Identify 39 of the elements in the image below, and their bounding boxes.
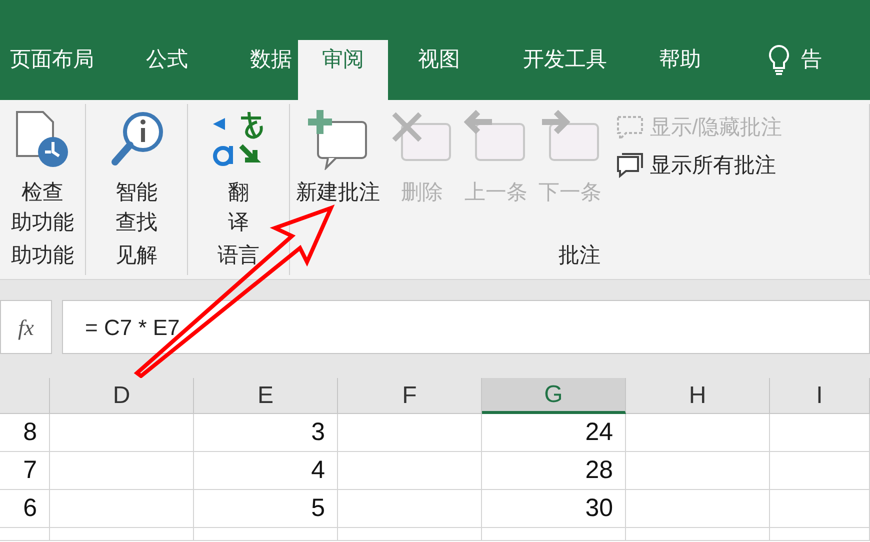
dashed-comment-icon xyxy=(616,114,644,141)
table-cell: 8 xyxy=(0,414,50,452)
table-cell: 7 xyxy=(0,452,50,490)
table-cell: 6 xyxy=(0,490,50,528)
ribbon-button[interactable]: 智能 查找 xyxy=(108,110,164,240)
table-cell xyxy=(0,528,50,541)
column-header[interactable]: G xyxy=(482,378,626,414)
ribbon-tab[interactable]: 页面布局 xyxy=(10,40,94,80)
ribbon-small-button[interactable]: 显示所有批注 xyxy=(616,150,782,181)
table-cell: 3 xyxy=(194,414,338,452)
ribbon-tab[interactable]: 帮助 xyxy=(659,40,701,80)
tell-me-label[interactable]: 告 xyxy=(801,40,822,80)
ribbon-button[interactable]: 新建批注 xyxy=(296,110,380,240)
ribbon-tab[interactable]: 视图 xyxy=(418,40,460,80)
ribbon-button[interactable]: 检查 助功能 xyxy=(11,110,74,240)
ribbon-tab[interactable]: 公式 xyxy=(146,40,188,80)
group-label: 见解 xyxy=(116,242,158,268)
ribbon-button[interactable]: 翻 译 xyxy=(210,110,266,240)
lightbulb-icon[interactable] xyxy=(767,44,791,76)
group-label: 语言 xyxy=(218,242,260,268)
table-cell: 24 xyxy=(482,414,626,452)
table-cell: 4 xyxy=(194,452,338,490)
function-button[interactable]: fx xyxy=(0,300,52,354)
new-comment-icon xyxy=(306,110,370,170)
ribbon-tab[interactable]: 数据 xyxy=(250,40,292,80)
group-label: 助功能 xyxy=(11,242,74,268)
comments-icon xyxy=(616,152,644,178)
column-header[interactable]: E xyxy=(194,378,338,414)
formula-field[interactable]: = C7 * E7 xyxy=(62,300,870,354)
ribbon-tab[interactable]: 开发工具 xyxy=(523,40,607,80)
column-header[interactable]: H xyxy=(626,378,770,414)
column-header[interactable]: D xyxy=(50,378,194,414)
table-cell: 28 xyxy=(482,452,626,490)
table-cell: 30 xyxy=(482,490,626,528)
column-header[interactable]: I xyxy=(770,378,870,414)
accessibility-checker-icon xyxy=(14,110,70,170)
table-cell: 5 xyxy=(194,490,338,528)
ribbon-tab[interactable]: 审阅 xyxy=(298,40,388,100)
group-label: 批注 xyxy=(558,242,600,268)
